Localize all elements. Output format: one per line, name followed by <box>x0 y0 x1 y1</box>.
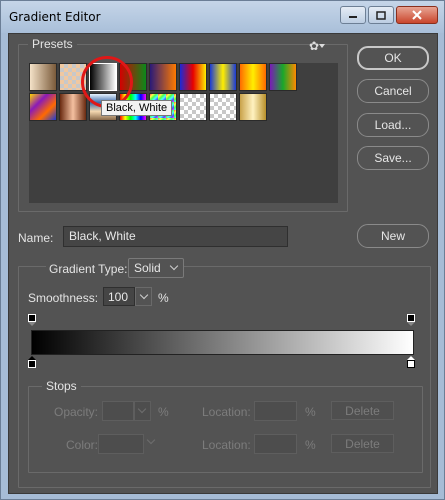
opacity-stop-left[interactable] <box>28 314 36 326</box>
maximize-button[interactable] <box>368 6 394 24</box>
presets-panel: Presets ✿ <box>18 37 348 212</box>
color-label: Color: <box>66 438 99 452</box>
color-location-unit: % <box>305 438 316 452</box>
color-swatch[interactable] <box>98 434 144 454</box>
opacity-stop-right[interactable] <box>407 314 415 326</box>
preset-swatch-foreground-to-background[interactable] <box>29 63 57 91</box>
opacity-dropdown-button[interactable] <box>134 401 151 421</box>
stops-panel: Stops <box>28 379 423 473</box>
preset-swatch-gold[interactable] <box>239 93 267 121</box>
close-button[interactable] <box>396 6 438 24</box>
name-input[interactable]: Black, White <box>63 226 288 247</box>
gradient-editor-window: Gradient Editor Presets ✿ Black, White O… <box>0 0 445 500</box>
color-location-label: Location: <box>202 438 251 452</box>
color-stop-right[interactable] <box>407 356 415 368</box>
gear-icon[interactable]: ✿ <box>309 39 319 53</box>
opacity-location-input[interactable] <box>254 401 297 421</box>
preset-swatch-yellow-violet-orange-blue[interactable] <box>29 93 57 121</box>
preset-swatch-violet-green-orange[interactable] <box>269 63 297 91</box>
close-icon <box>412 10 422 20</box>
preset-swatch-copper[interactable] <box>59 93 87 121</box>
cancel-button[interactable]: Cancel <box>357 79 429 103</box>
minimize-button[interactable] <box>340 6 366 24</box>
chevron-down-icon <box>169 261 179 271</box>
opacity-location-unit: % <box>305 405 316 419</box>
smoothness-label: Smoothness: <box>28 291 99 305</box>
dialog-body: Presets ✿ Black, White OK Cancel Load...… <box>8 33 438 494</box>
chevron-down-icon <box>137 404 147 414</box>
chevron-down-icon <box>319 44 325 48</box>
new-button[interactable]: New <box>357 224 429 248</box>
preset-swatch-blue-yellow-blue[interactable] <box>209 63 237 91</box>
preset-swatch-grid <box>29 63 338 203</box>
minimize-icon <box>349 16 357 18</box>
opacity-location-label: Location: <box>202 405 251 419</box>
smoothness-input[interactable]: 100 <box>103 287 135 306</box>
preset-swatch-orange-yellow-orange[interactable] <box>239 63 267 91</box>
gradient-type-value: Solid <box>134 261 161 275</box>
gradient-type-select[interactable]: Solid <box>128 258 184 278</box>
preset-swatch-violet-orange[interactable] <box>149 63 177 91</box>
opacity-label: Opacity: <box>54 405 99 419</box>
title-bar[interactable]: Gradient Editor <box>1 1 444 33</box>
chevron-down-icon <box>139 290 149 300</box>
window-title: Gradient Editor <box>9 10 101 24</box>
smoothness-dropdown-button[interactable] <box>135 287 152 306</box>
gradient-type-label: Gradient Type: <box>46 262 131 276</box>
color-location-input[interactable] <box>254 434 297 454</box>
preset-swatch-blue-red-yellow[interactable] <box>179 63 207 91</box>
maximize-icon <box>376 10 386 20</box>
opacity-input[interactable] <box>102 401 134 421</box>
swatch-tooltip: Black, White <box>101 100 173 116</box>
name-label: Name: <box>18 231 54 245</box>
color-stop-left[interactable] <box>28 356 36 368</box>
preset-swatch-neutral-density[interactable] <box>209 93 237 121</box>
delete-color-stop-button[interactable]: Delete <box>331 434 394 453</box>
presets-label: Presets <box>28 37 77 51</box>
preset-swatch-transparent-stripes[interactable] <box>179 93 207 121</box>
stops-label: Stops <box>42 379 81 393</box>
delete-opacity-stop-button[interactable]: Delete <box>331 401 394 420</box>
opacity-unit: % <box>158 405 169 419</box>
gradient-preview-bar[interactable] <box>31 330 414 355</box>
save-button[interactable]: Save... <box>357 146 429 170</box>
ok-button[interactable]: OK <box>357 46 429 70</box>
load-button[interactable]: Load... <box>357 113 429 137</box>
smoothness-unit: % <box>158 291 169 305</box>
